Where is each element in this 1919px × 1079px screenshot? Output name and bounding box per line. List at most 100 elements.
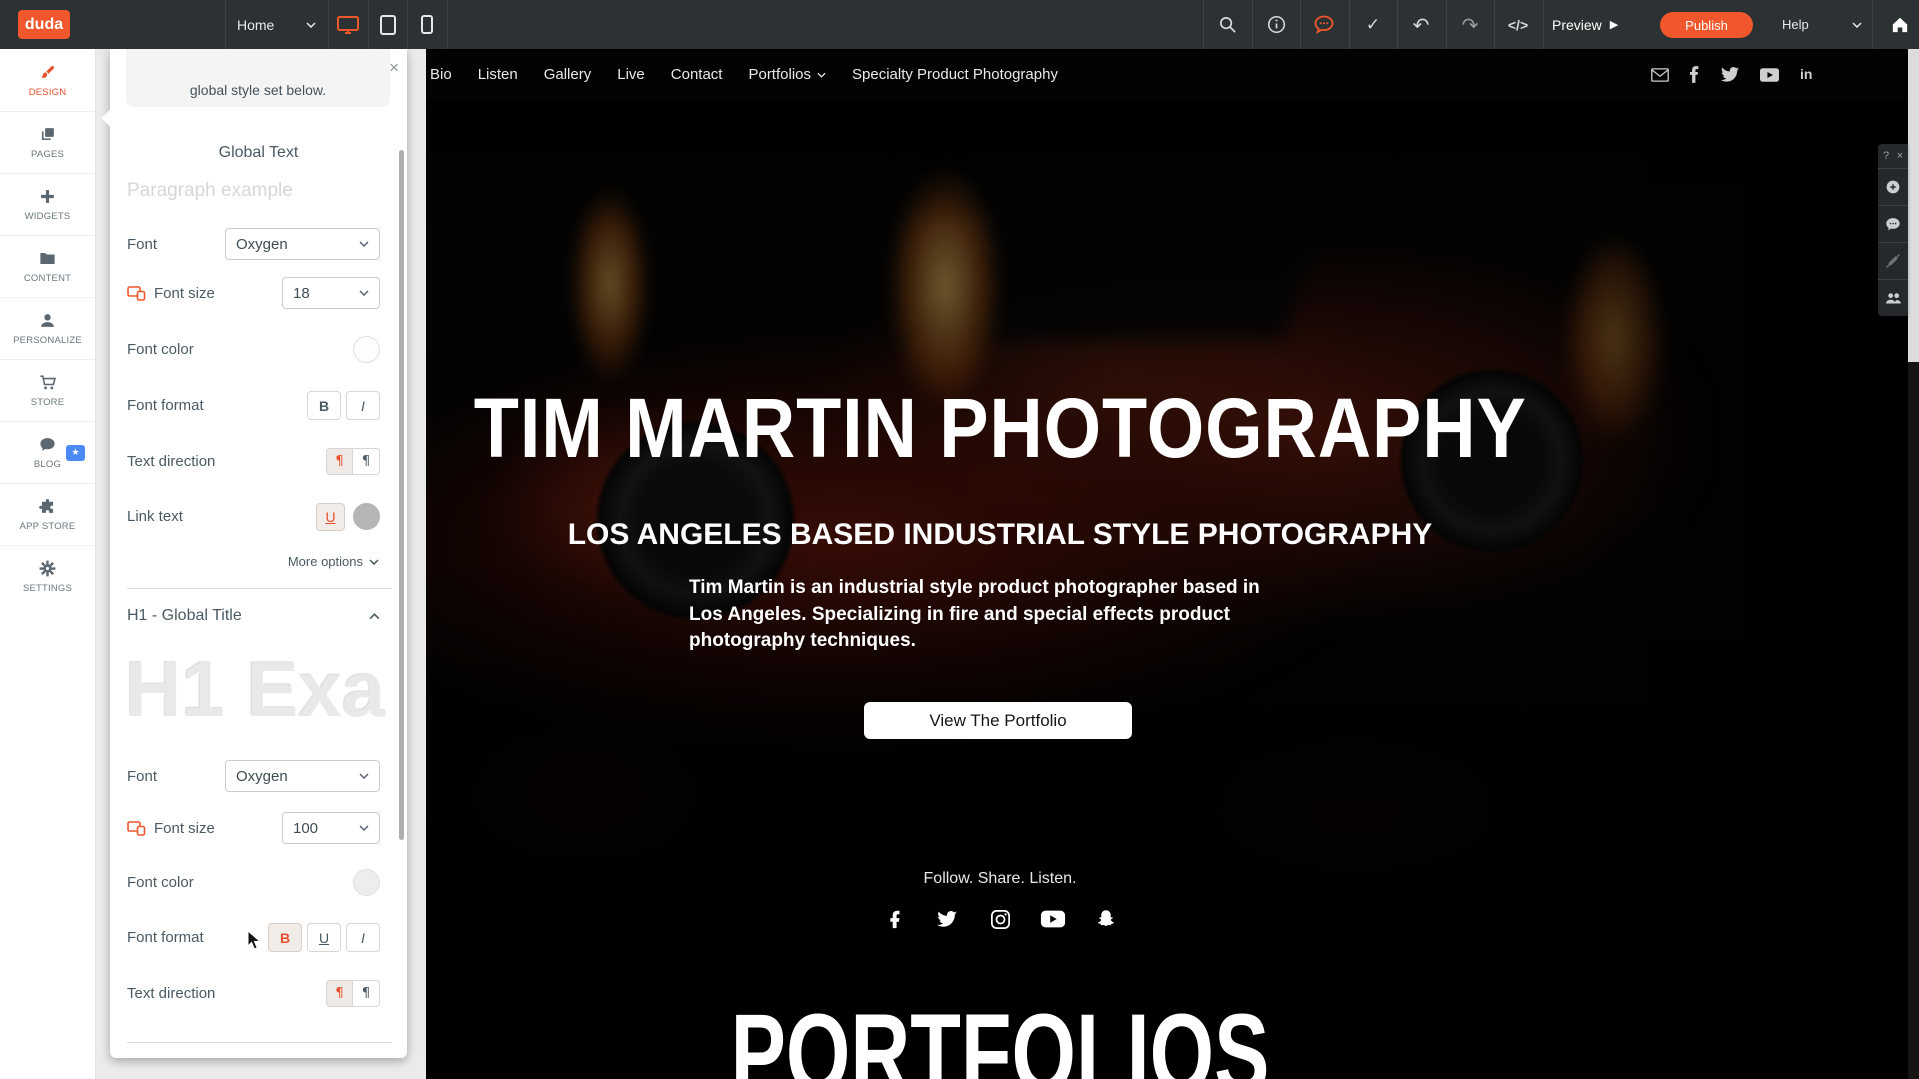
site-nav-specialty[interactable]: Specialty Product Photography	[852, 66, 1058, 83]
sidebar-item-content[interactable]: CONTENT	[0, 235, 95, 298]
h1-font-select[interactable]: Oxygen	[225, 760, 380, 792]
site-nav-listen[interactable]: Listen	[478, 66, 518, 83]
pen-crossed-icon	[1885, 253, 1901, 269]
comments-tool-button[interactable]	[1878, 206, 1908, 243]
tablet-view-button[interactable]	[368, 0, 407, 49]
rtl-direction-button[interactable]: ¶	[353, 448, 380, 475]
h1-rtl-direction-button[interactable]: ¶	[353, 980, 380, 1007]
h1-bold-button[interactable]: B	[268, 923, 302, 952]
panel-scrollbar[interactable]	[399, 150, 404, 840]
dashboard-home-button[interactable]	[1880, 0, 1919, 49]
tools-help-button[interactable]: ?	[1883, 150, 1889, 162]
site-nav-portfolios[interactable]: Portfolios	[748, 66, 826, 83]
font-color-swatch[interactable]	[353, 336, 380, 363]
plus-icon	[38, 186, 57, 206]
panel-notice: global style set below.	[126, 49, 390, 107]
instagram-icon[interactable]	[983, 902, 1017, 936]
view-portfolio-button[interactable]: View The Portfolio	[864, 702, 1132, 739]
puzzle-icon	[38, 496, 57, 516]
left-sidebar: DESIGN PAGES WIDGETS CONTENT PERSONALIZE…	[0, 49, 96, 1079]
chevron-down-icon	[359, 825, 369, 831]
feedback-button[interactable]	[1300, 0, 1348, 49]
save-check-button[interactable]: ✓	[1349, 0, 1397, 49]
collapse-chevron-icon[interactable]	[369, 613, 380, 620]
sidebar-item-settings[interactable]: SETTINGS	[0, 545, 95, 607]
facebook-icon[interactable]	[1690, 66, 1700, 83]
h1-underline-button[interactable]: U	[307, 923, 341, 952]
font-select[interactable]: Oxygen	[225, 228, 380, 260]
tablet-icon	[380, 15, 396, 35]
ltr-direction-button[interactable]: ¶	[326, 448, 353, 475]
h1-ltr-direction-button[interactable]: ¶	[326, 980, 353, 1007]
person-icon	[38, 310, 57, 330]
folder-icon	[38, 248, 57, 268]
underline-link-button[interactable]: U	[316, 503, 345, 531]
snapchat-icon[interactable]	[1089, 902, 1123, 936]
link-color-swatch[interactable]	[353, 503, 380, 530]
undo-button[interactable]: ↶	[1397, 0, 1445, 49]
bold-button[interactable]: B	[307, 391, 341, 420]
site-nav-live[interactable]: Live	[617, 66, 645, 83]
italic-button[interactable]: I	[346, 391, 380, 420]
facebook-icon[interactable]	[877, 902, 911, 936]
preview-button[interactable]: Preview ▶	[1552, 0, 1618, 49]
sidebar-item-app-store[interactable]: APP STORE	[0, 483, 95, 546]
search-button[interactable]	[1203, 0, 1251, 49]
text-direction-label: Text direction	[127, 453, 215, 470]
brush-icon	[38, 62, 57, 82]
sidebar-item-personalize[interactable]: PERSONALIZE	[0, 297, 95, 360]
site-scrollbar[interactable]	[1908, 49, 1919, 1079]
check-icon: ✓	[1366, 15, 1380, 35]
twitter-icon[interactable]	[1721, 67, 1739, 82]
site-nav-contact[interactable]: Contact	[671, 66, 723, 83]
more-options-link[interactable]: More options	[288, 554, 379, 569]
youtube-icon[interactable]	[1760, 68, 1779, 82]
font-label: Font	[127, 236, 157, 253]
chevron-down-icon	[369, 559, 379, 565]
collaborators-button[interactable]	[1878, 280, 1908, 316]
h1-italic-button[interactable]: I	[346, 923, 380, 952]
zoom-tool-button[interactable]	[1878, 169, 1908, 206]
h1-font-color-swatch[interactable]	[353, 869, 380, 896]
font-size-select[interactable]: 18	[282, 277, 380, 309]
youtube-icon[interactable]	[1036, 902, 1070, 936]
app-store-badge: ★	[66, 445, 85, 461]
publish-button[interactable]: Publish	[1660, 12, 1753, 38]
email-icon[interactable]	[1651, 68, 1669, 82]
dev-mode-button[interactable]: </>	[1494, 0, 1542, 49]
redo-button[interactable]: ↷	[1446, 0, 1494, 49]
site-nav-bio[interactable]: Bio	[430, 66, 452, 83]
close-icon[interactable]: ×	[1897, 150, 1903, 162]
twitter-icon[interactable]	[930, 902, 964, 936]
h1-font-size-select[interactable]: 100	[282, 812, 380, 844]
edit-disabled-button[interactable]	[1878, 243, 1908, 280]
chevron-down-icon	[359, 773, 369, 779]
sidebar-item-design[interactable]: DESIGN	[0, 49, 95, 112]
page-selector[interactable]: Home	[225, 0, 328, 49]
right-tools-panel: ? ×	[1878, 144, 1908, 316]
desktop-view-button[interactable]	[328, 0, 368, 49]
help-label: Help	[1782, 17, 1809, 32]
responsive-devices-icon	[127, 820, 146, 836]
mobile-view-button[interactable]	[407, 0, 447, 49]
sidebar-item-widgets[interactable]: WIDGETS	[0, 173, 95, 236]
sidebar-item-store[interactable]: STORE	[0, 359, 95, 422]
close-icon[interactable]: ×	[389, 58, 399, 78]
sidebar-item-label: WIDGETS	[25, 211, 71, 222]
info-button[interactable]	[1252, 0, 1300, 49]
sidebar-item-label: CONTENT	[24, 273, 71, 284]
linkedin-icon[interactable]: in	[1800, 66, 1812, 84]
site-nav-gallery[interactable]: Gallery	[544, 66, 592, 83]
duda-logo[interactable]: duda	[18, 10, 70, 39]
code-icon: </>	[1508, 17, 1528, 33]
sidebar-item-label: APP STORE	[20, 521, 76, 532]
sidebar-item-pages[interactable]: PAGES	[0, 111, 95, 174]
h1-example-preview: H1 Exa	[125, 644, 405, 744]
global-design-panel: GLOBAL DESIGN ? × global style set below…	[110, 49, 407, 1058]
sidebar-item-label: BLOG	[34, 459, 61, 470]
redo-icon: ↷	[1462, 13, 1479, 37]
help-menu[interactable]: Help	[1772, 0, 1872, 49]
play-icon: ▶	[1610, 18, 1618, 31]
site-scrollbar-thumb[interactable]	[1908, 49, 1919, 362]
desktop-icon	[336, 15, 360, 35]
